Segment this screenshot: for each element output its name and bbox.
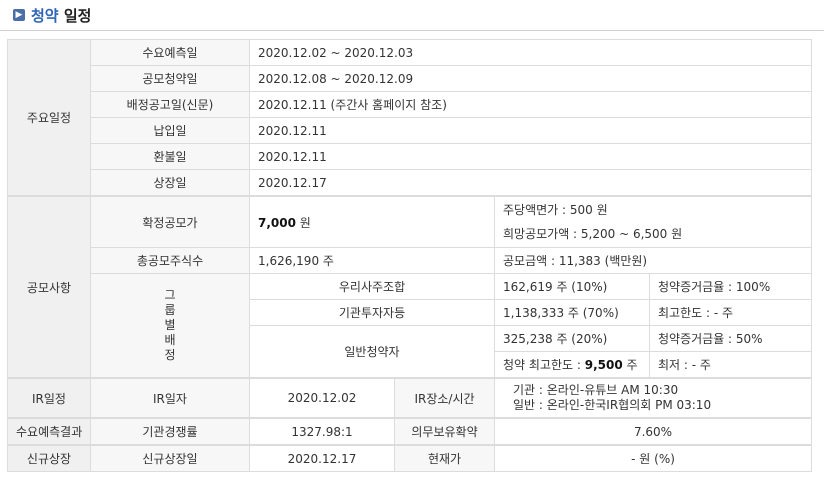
lockup-label: 의무보유확약 <box>394 417 495 446</box>
group-shares: 1,138,333 주 (70%) <box>494 299 650 326</box>
group-extra: 청약증거금율 : 50% <box>648 325 813 352</box>
page-title: 청약 일정 <box>31 7 92 25</box>
group-extra: 최고한도 : - 주 <box>648 299 813 326</box>
ir-place-value: 기관 : 온라인-유튜브 AM 10:30 일반 : 온라인-한국IR협의회 P… <box>493 377 813 419</box>
row-value-highlighted: 2020.12.08 ~ 2020.12.09 <box>248 65 813 92</box>
row-label: 배정공고일(신문) <box>90 91 250 118</box>
row-label: 공모청약일 <box>90 65 250 92</box>
competition-label: 기관경쟁률 <box>90 417 250 446</box>
row-label: 총공모주식수 <box>90 247 250 274</box>
row-label: 수요예측일 <box>90 39 250 66</box>
schedule-table: 주요일정 수요예측일 2020.12.02 ~ 2020.12.03 공모청약일… <box>7 39 813 472</box>
bullet-arrow-icon: ▶ <box>13 9 25 21</box>
table-row: 환불일 2020.12.11 <box>8 143 813 170</box>
section-demand: 수요예측결과 <box>7 417 91 446</box>
group-allocation-label: 그룹별배정 <box>90 273 250 379</box>
ir-date-value: 2020.12.02 <box>249 377 395 419</box>
group-name: 우리사주조합 <box>249 273 495 300</box>
table-row: 그룹별배정 우리사주조합 162,619 주 (10%) 청약증거금율 : 10… <box>8 273 813 379</box>
section-main-schedule: 주요일정 <box>7 39 91 197</box>
table-row: 신규상장 신규상장일 2020.12.17 현재가 - 원 (%) <box>7 444 813 472</box>
group-extra: 청약증거금율 : 100% <box>648 273 813 300</box>
row-value: 2020.12.11 <box>248 143 813 170</box>
section-offering: 공모사항 <box>7 195 91 379</box>
competition-value: 1327.98:1 <box>249 417 395 446</box>
table-row: 수요예측결과 기관경쟁률 1327.98:1 의무보유확약 7.60% <box>7 417 813 446</box>
confirmed-price: 7,000 원 <box>249 195 495 248</box>
row-value: 2020.12.02 ~ 2020.12.03 <box>248 39 813 66</box>
group-name: 일반청약자 <box>249 325 495 379</box>
section-listing: 신규상장 <box>7 444 91 472</box>
table-row: 상장일 2020.12.17 <box>8 169 813 197</box>
group-shares: 162,619 주 (10%) <box>494 273 650 300</box>
table-row: IR일정 IR일자 2020.12.02 IR장소/시간 기관 : 온라인-유튜… <box>7 377 813 419</box>
price-info: 주당액면가 : 500 원 희망공모가액 : 5,200 ~ 6,500 원 <box>493 195 813 248</box>
max-limit: 청약 최고한도 : 9,500 주 <box>494 351 650 379</box>
table-row: 공모청약일 2020.12.08 ~ 2020.12.09 <box>8 65 813 92</box>
table-row: 납입일 2020.12.11 <box>8 117 813 144</box>
current-price-label: 현재가 <box>394 444 495 472</box>
listing-date-label: 신규상장일 <box>90 444 250 472</box>
table-row: 공모사항 확정공모가 7,000 원 주당액면가 : 500 원 희망공모가액 … <box>7 195 813 379</box>
row-label: 상장일 <box>90 169 250 197</box>
lockup-value: 7.60% <box>493 417 813 446</box>
ir-place-label: IR장소/시간 <box>394 377 495 419</box>
title-divider <box>0 30 824 31</box>
row-label: 확정공모가 <box>90 195 250 248</box>
table-row: 주요일정 수요예측일 2020.12.02 ~ 2020.12.03 <box>7 39 813 197</box>
listing-date-value: 2020.12.17 <box>249 444 395 472</box>
row-label: 납입일 <box>90 117 250 144</box>
current-price-value: - 원 (%) <box>493 444 813 472</box>
row-label: 환불일 <box>90 143 250 170</box>
ir-date-label: IR일자 <box>90 377 250 419</box>
row-value-highlighted: 2020.12.17 <box>248 169 813 197</box>
section-header: ▶ 청약 일정 <box>0 0 824 32</box>
group-allocation-text: 그룹별배정 <box>164 288 176 362</box>
group-name: 기관투자자등 <box>249 299 495 326</box>
row-value: 2020.12.11 (주간사 홈페이지 참조) <box>248 91 813 118</box>
min-limit: 최저 : - 주 <box>648 351 813 379</box>
total-shares: 1,626,190 주 <box>249 247 495 274</box>
table-row: 배정공고일(신문) 2020.12.11 (주간사 홈페이지 참조) <box>8 91 813 118</box>
group-shares: 325,238 주 (20%) <box>494 325 650 352</box>
offering-amount: 공모금액 : 11,383 (백만원) <box>493 247 813 274</box>
table-row: 총공모주식수 1,626,190 주 공모금액 : 11,383 (백만원) <box>8 247 813 274</box>
section-ir: IR일정 <box>7 377 91 419</box>
row-value: 2020.12.11 <box>248 117 813 144</box>
